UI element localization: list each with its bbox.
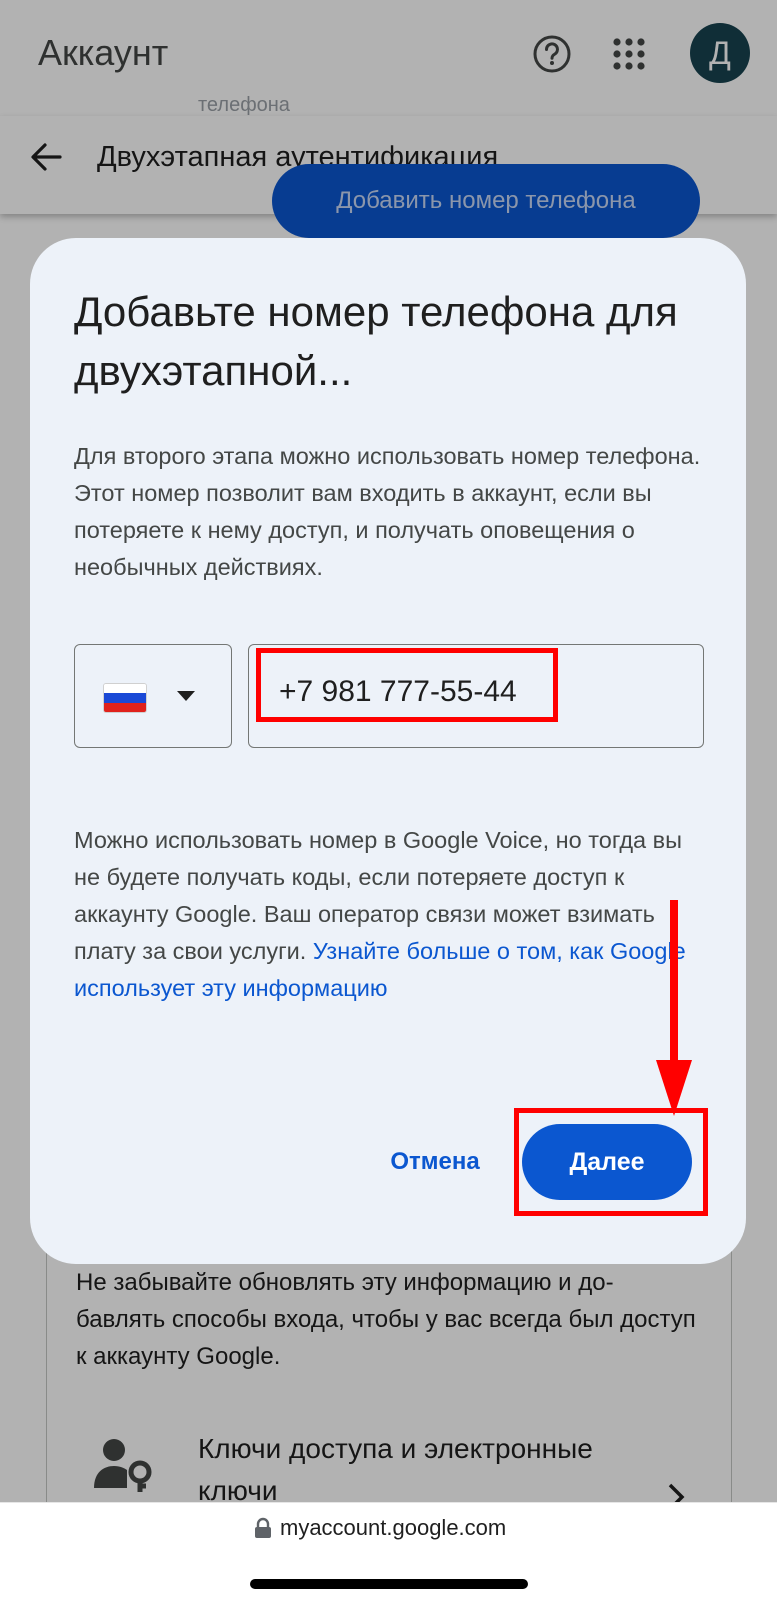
next-highlight-annotation [514, 1108, 708, 1216]
country-code-select[interactable] [74, 644, 232, 748]
cancel-button[interactable]: Отмена [380, 1132, 490, 1192]
add-phone-dialog: Добавьте номер телефона для двухэтапной.… [30, 238, 746, 1264]
google-voice-note: Можно использовать номер в Google Voice,… [74, 822, 704, 1007]
dialog-description: Для второго этапа можно использовать ном… [74, 443, 701, 580]
red-arrow-annotation [656, 900, 692, 1116]
dialog-title: Добавьте номер телефона для двухэтапной.… [74, 288, 678, 394]
dropdown-arrow-icon [177, 691, 195, 701]
lock-icon [255, 1517, 271, 1538]
phone-highlight-annotation [256, 648, 558, 722]
home-indicator[interactable] [250, 1579, 528, 1589]
url-text[interactable]: myaccount.google.com [280, 1515, 506, 1541]
browser-address-bar: myaccount.google.com [0, 1502, 777, 1600]
russia-flag-icon [103, 683, 147, 713]
